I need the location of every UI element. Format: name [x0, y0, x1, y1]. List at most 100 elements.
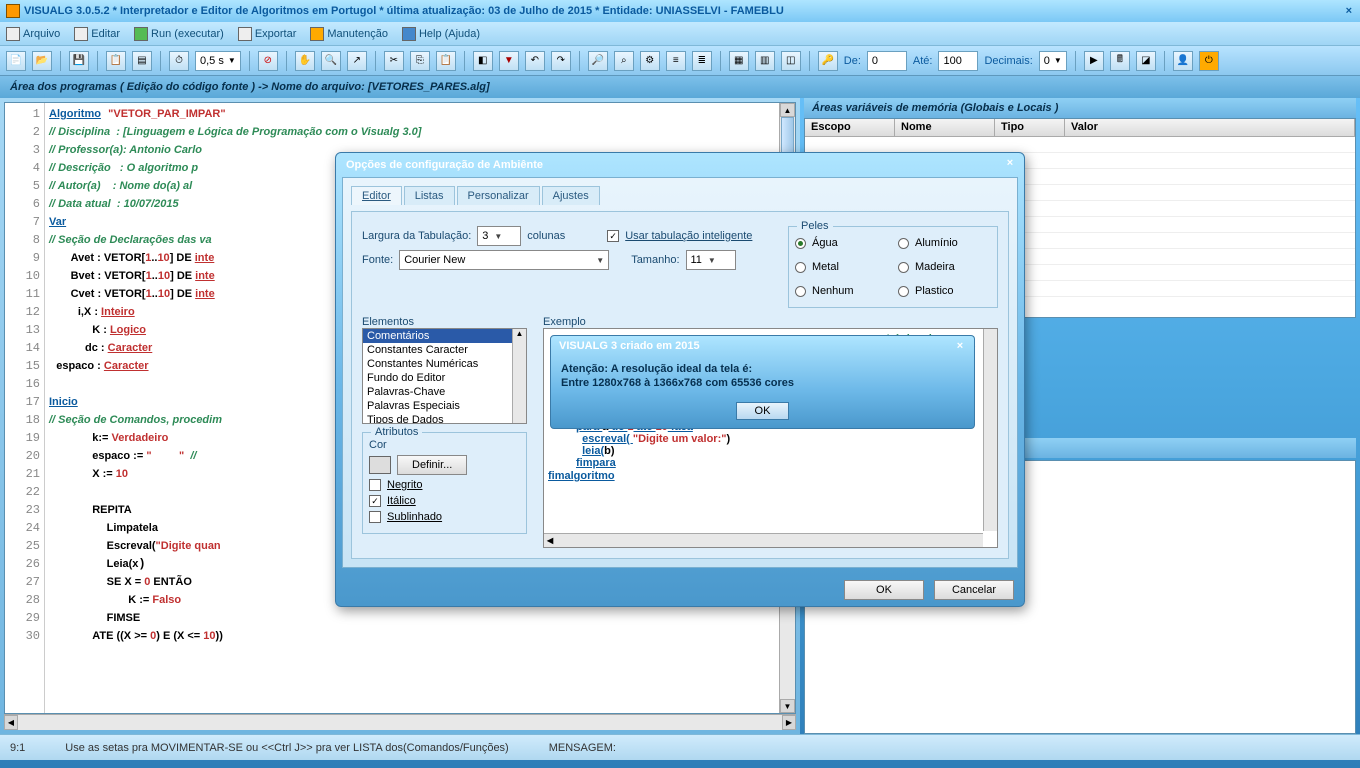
tb-cut[interactable]: ✂ — [384, 51, 404, 71]
menu-arquivo[interactable]: Arquivo — [6, 27, 60, 41]
help-icon — [402, 27, 416, 41]
options-dialog: Opções de configuração de Ambiênte × Edi… — [335, 152, 1025, 607]
tb-ate-input[interactable]: 100 — [938, 51, 978, 71]
wrench-icon — [310, 27, 324, 41]
tab-listas[interactable]: Listas — [404, 186, 455, 205]
options-dialog-title[interactable]: Opções de configuração de Ambiênte × — [336, 153, 1024, 177]
bold-checkbox[interactable] — [369, 479, 381, 491]
tb-user[interactable]: 👤 — [1173, 51, 1193, 71]
tb-hand[interactable]: ✋ — [295, 51, 315, 71]
tb-time-combo[interactable]: 0,5 s▼ — [195, 51, 241, 71]
tb-b4[interactable]: ≡ — [666, 51, 686, 71]
dialog-cancel-button[interactable]: Cancelar — [934, 580, 1014, 600]
app-icon — [6, 4, 20, 18]
cursor-pos: 9:1 — [10, 742, 25, 754]
tb-stop[interactable]: ⊘ — [258, 51, 278, 71]
status-hint: Use as setas pra MOVIMENTAR-SE ou <<Ctrl… — [65, 742, 508, 754]
window-titlebar: VISUALG 3.0.5.2 * Interpretador e Editor… — [0, 0, 1360, 22]
tb-undo[interactable]: ↶ — [525, 51, 545, 71]
tb-b2[interactable]: ▼ — [499, 51, 519, 71]
alert-close-button[interactable]: × — [952, 340, 968, 356]
tab-width-label: Largura da Tabulação: — [362, 230, 471, 242]
skin-plastico[interactable] — [898, 286, 909, 297]
menubar: Arquivo Editar Run (executar) Exportar M… — [0, 22, 1360, 46]
tb-list[interactable]: ▤ — [132, 51, 152, 71]
tb-paste2[interactable]: 📋 — [436, 51, 456, 71]
options-close-button[interactable]: × — [1002, 157, 1018, 173]
tb-find[interactable]: 🔎 — [588, 51, 608, 71]
statusbar: 9:1 Use as setas pra MOVIMENTAR-SE ou <<… — [0, 734, 1360, 760]
dialog-ok-button[interactable]: OK — [844, 580, 924, 600]
italic-checkbox[interactable]: ✓ — [369, 495, 381, 507]
tb-de-label: De: — [844, 55, 861, 67]
tb-b5[interactable]: ≣ — [692, 51, 712, 71]
tb-save[interactable]: 💾 — [69, 51, 89, 71]
menu-editar[interactable]: Editar — [74, 27, 120, 41]
tb-de-input[interactable]: 0 — [867, 51, 907, 71]
menu-run[interactable]: Run (executar) — [134, 27, 224, 41]
toolbar: 📄 📂 💾 📋 ▤ ⏱ 0,5 s▼ ⊘ ✋ 🔍 ↗ ✂ ⎘ 📋 ◧ ▼ ↶ ↷… — [0, 46, 1360, 76]
tb-ate-label: Até: — [913, 55, 933, 67]
tb-redo[interactable]: ↷ — [551, 51, 571, 71]
tb-dec-label: Decimais: — [984, 55, 1032, 67]
skin-madeira[interactable] — [898, 262, 909, 273]
col-nome[interactable]: Nome — [895, 119, 995, 136]
breadcrumb: Área dos programas ( Edição do código fo… — [0, 76, 1360, 98]
define-color-button[interactable]: Definir... — [397, 455, 467, 475]
list-item: Comentários — [363, 329, 526, 343]
col-escopo[interactable]: Escopo — [805, 119, 895, 136]
col-valor[interactable]: Valor — [1065, 119, 1355, 136]
tb-b8[interactable]: ◫ — [781, 51, 801, 71]
color-swatch[interactable] — [369, 456, 391, 474]
tab-editor[interactable]: Editor — [351, 186, 402, 205]
skin-nenhum[interactable] — [795, 286, 806, 297]
tb-timer[interactable]: ⏱ — [169, 51, 189, 71]
tb-key[interactable]: 🔑 — [818, 51, 838, 71]
window-title: VISUALG 3.0.5.2 * Interpretador e Editor… — [24, 5, 784, 17]
menu-manutencao[interactable]: Manutenção — [310, 27, 388, 41]
alert-ok-button[interactable]: OK — [736, 402, 790, 420]
tb-new[interactable]: 📄 — [6, 51, 26, 71]
underline-checkbox[interactable] — [369, 511, 381, 523]
size-label: Tamanho: — [631, 254, 679, 266]
font-label: Fonte: — [362, 254, 393, 266]
elements-listbox[interactable]: Comentários Constantes Caracter Constant… — [362, 328, 527, 424]
tb-c2[interactable]: ◪ — [1136, 51, 1156, 71]
tb-copy[interactable]: ⎘ — [410, 51, 430, 71]
tab-personalizar[interactable]: Personalizar — [457, 186, 540, 205]
list-item: Constantes Caracter — [363, 343, 526, 357]
font-combo[interactable]: Courier New▼ — [399, 250, 609, 270]
tb-b6[interactable]: ▦ — [729, 51, 749, 71]
export-icon — [238, 27, 252, 41]
tb-b1[interactable]: ◧ — [473, 51, 493, 71]
menu-exportar[interactable]: Exportar — [238, 27, 297, 41]
list-item: Tipos de Dados — [363, 413, 526, 424]
code-hscroll[interactable]: ◀▶ — [4, 714, 796, 730]
file-icon — [6, 27, 20, 41]
tb-exit[interactable]: ⏻ — [1199, 51, 1219, 71]
tb-dec-combo[interactable]: 0▼ — [1039, 51, 1067, 71]
size-combo[interactable]: 11▼ — [686, 250, 736, 270]
menu-help[interactable]: Help (Ajuda) — [402, 27, 480, 41]
window-close-button[interactable]: × — [1346, 5, 1352, 17]
skin-agua[interactable] — [795, 238, 806, 249]
list-item: Palavras Especiais — [363, 399, 526, 413]
tb-goto[interactable]: ↗ — [347, 51, 367, 71]
tb-paste[interactable]: 📋 — [106, 51, 126, 71]
tb-b3[interactable]: ⚙ — [640, 51, 660, 71]
list-item: Fundo do Editor — [363, 371, 526, 385]
tb-calc[interactable]: 🖩 — [1110, 51, 1130, 71]
tb-zoom[interactable]: 🔍 — [321, 51, 341, 71]
vars-panel-title: Áreas variáveis de memória (Globais e Lo… — [804, 98, 1356, 118]
tb-findnext[interactable]: ⌕ — [614, 51, 634, 71]
tb-b7[interactable]: ▥ — [755, 51, 775, 71]
line-gutter: 1234567891011121314151617181920212223242… — [5, 103, 45, 713]
tab-ajustes[interactable]: Ajustes — [542, 186, 600, 205]
smart-tab-checkbox[interactable]: ✓ — [607, 230, 619, 242]
tb-open[interactable]: 📂 — [32, 51, 52, 71]
tb-c1[interactable]: ▶ — [1084, 51, 1104, 71]
col-tipo[interactable]: Tipo — [995, 119, 1065, 136]
tab-width-combo[interactable]: 3▼ — [477, 226, 521, 246]
skin-aluminio[interactable] — [898, 238, 909, 249]
skin-metal[interactable] — [795, 262, 806, 273]
